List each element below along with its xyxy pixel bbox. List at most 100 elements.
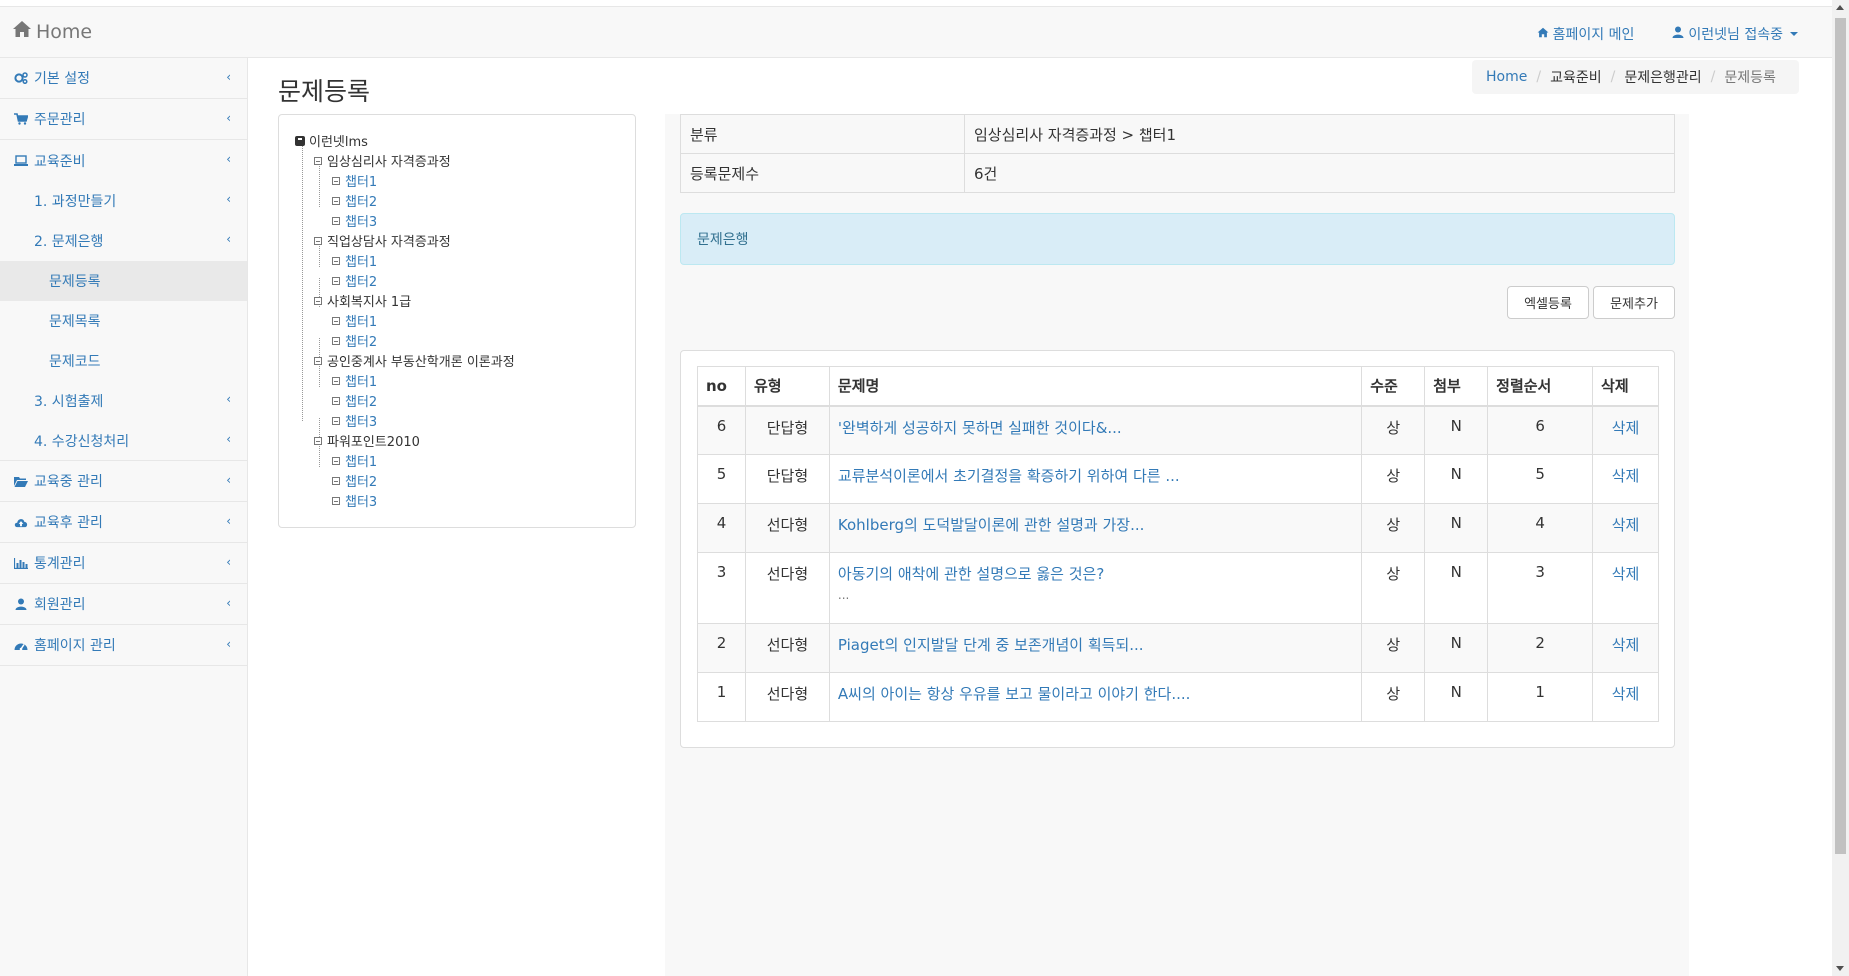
delete-link[interactable]: 삭제 — [1592, 454, 1659, 504]
delete-link[interactable]: 삭제 — [1592, 405, 1659, 455]
tree-category[interactable]: 사회복지사 1급 — [314, 291, 411, 310]
column-header-type[interactable]: 유형 — [744, 366, 830, 407]
sidebar-item-statistics[interactable]: 통계관리 ‹ — [0, 543, 247, 584]
brand-home-link[interactable]: Home — [12, 20, 92, 43]
tree-chapter[interactable]: 챕터1 — [332, 371, 377, 390]
cell-attach: N — [1424, 552, 1489, 624]
collapse-icon — [314, 436, 322, 445]
chevron-left-icon: ‹ — [226, 111, 231, 125]
sidebar-item-in-progress[interactable]: 교육중 관리 ‹ — [0, 461, 247, 502]
bar-chart-icon — [14, 557, 28, 569]
tree-chapter-label: 챕터2 — [345, 475, 378, 490]
category-value: 임상심리사 자격증과정 > 챕터1 — [964, 114, 1675, 154]
column-header-level[interactable]: 수준 — [1361, 366, 1426, 407]
table-row: 2 선다형 Piaget의 인지발달 단계 중 보존개념이 획득되... 상 N… — [697, 623, 1659, 673]
column-header-title[interactable]: 문제명 — [828, 366, 1363, 407]
column-header-attach[interactable]: 첨부 — [1424, 366, 1489, 407]
column-header-no[interactable]: no — [697, 366, 746, 407]
question-title-link[interactable]: '완벽하게 성공하지 못하면 실패한 것이다&... — [828, 405, 1363, 455]
delete-link[interactable]: 삭제 — [1592, 503, 1659, 553]
tree-category-label: 사회복지사 1급 — [327, 295, 412, 310]
question-title-extra: ... — [837, 588, 850, 602]
sidebar-sub-question-bank[interactable]: 2. 문제은행 ‹ — [0, 221, 247, 261]
sidebar-sub-question-list[interactable]: 문제목록 — [0, 301, 247, 341]
caret-down-icon — [1790, 32, 1798, 36]
sidebar-sub-exam[interactable]: 3. 시험출제 ‹ — [0, 381, 247, 421]
question-title-link[interactable]: Piaget의 인지발달 단계 중 보존개념이 획득되... — [828, 623, 1363, 673]
tree-category-label: 직업상담사 자격증과정 — [327, 235, 451, 250]
laptop-icon — [14, 155, 28, 166]
sidebar-sub-enroll[interactable]: 4. 수강신청처리 ‹ — [0, 421, 247, 461]
scroll-up-icon[interactable] — [1836, 5, 1844, 10]
chevron-left-icon: ‹ — [226, 392, 231, 406]
sidebar-item-orders[interactable]: 주문관리 ‹ — [0, 99, 247, 140]
user-menu-dropdown[interactable]: 이런넷님 접속중 — [1672, 24, 1798, 44]
tree-root[interactable]: 이런넷lms — [295, 131, 368, 150]
delete-link[interactable]: 삭제 — [1592, 623, 1659, 673]
sidebar-sub-course-create[interactable]: 1. 과정만들기 ‹ — [0, 181, 247, 221]
tree-category[interactable]: 직업상담사 자격증과정 — [314, 231, 451, 250]
cell-no: 5 — [697, 454, 746, 504]
excel-register-button[interactable]: 엑셀등록 — [1507, 286, 1589, 319]
tree-category[interactable]: 임상심리사 자격증과정 — [314, 151, 451, 170]
sidebar-item-members[interactable]: 회원관리 ‹ — [0, 584, 247, 625]
tree-chapter[interactable]: 챕터2 — [332, 191, 377, 210]
tree-chapter[interactable]: 챕터3 — [332, 491, 377, 510]
user-menu-label: 이런넷님 접속중 — [1688, 27, 1783, 43]
tree-category[interactable]: 공인중계사 부동산학개론 이론과정 — [314, 351, 515, 370]
tree-chapter[interactable]: 챕터2 — [332, 271, 377, 290]
question-title-link[interactable]: A씨의 아이는 항상 우유를 보고 물이라고 이야기 한다.... — [828, 672, 1363, 722]
question-title-link[interactable]: 교류분석이론에서 초기결정을 확증하기 위하여 다른 ... — [828, 454, 1363, 504]
question-list-panel: no 유형 문제명 수준 첨부 정렬순서 삭제 6 단답형 '완벽하게 성공하지… — [680, 350, 1675, 748]
cloud-upload-icon — [14, 517, 28, 528]
question-title-link[interactable]: 아동기의 애착에 관한 설명으로 옳은 것은? — [838, 565, 1104, 583]
scroll-down-icon[interactable] — [1836, 966, 1844, 971]
tree-chapter[interactable]: 챕터2 — [332, 471, 377, 490]
tree-category[interactable]: 파워포인트2010 — [314, 431, 420, 450]
cell-order: 5 — [1487, 454, 1594, 504]
tree-chapter[interactable]: 챕터3 — [332, 211, 377, 230]
tree-chapter[interactable]: 챕터2 — [332, 331, 377, 350]
tree-chapter-label: 챕터3 — [345, 415, 378, 430]
tree-chapter[interactable]: 챕터3 — [332, 411, 377, 430]
tree-chapter[interactable]: 챕터1 — [332, 451, 377, 470]
sidebar-sub-question-code[interactable]: 문제코드 — [0, 341, 247, 381]
sidebar-item-homepage-admin[interactable]: 홈페이지 관리 ‹ — [0, 625, 247, 666]
homepage-main-link[interactable]: 홈페이지 메인 — [1537, 24, 1634, 44]
tree-chapter[interactable]: 챕터2 — [332, 391, 377, 410]
tree-chapter[interactable]: 챕터1 — [332, 251, 377, 270]
tree-chapter[interactable]: 챕터1 — [332, 311, 377, 330]
breadcrumb-edu-prep: 교육준비 — [1550, 70, 1602, 86]
tree-category-label: 파워포인트2010 — [327, 435, 420, 450]
delete-link[interactable]: 삭제 — [1592, 672, 1659, 722]
cell-no: 6 — [697, 405, 746, 455]
add-question-button[interactable]: 문제추가 — [1593, 286, 1675, 319]
sidebar-sub-question-register[interactable]: 문제등록 — [0, 261, 247, 301]
page-scrollbar[interactable] — [1832, 0, 1849, 976]
breadcrumb: Home / 교육준비 / 문제은행관리 / 문제등록 — [1472, 60, 1799, 94]
question-title-link[interactable]: Kohlberg의 도덕발달이론에 관한 설명과 가장... — [828, 503, 1363, 553]
sidebar-item-edu-prep[interactable]: 교육준비 ‹ — [0, 140, 247, 181]
tree-chapter-label: 챕터2 — [345, 335, 378, 350]
leaf-icon — [332, 276, 340, 285]
sidebar-sub-label: 2. 문제은행 — [34, 234, 104, 250]
cell-no: 2 — [697, 623, 746, 673]
column-header-delete[interactable]: 삭제 — [1592, 366, 1659, 407]
sidebar-item-basic-settings[interactable]: 기본 설정 ‹ — [0, 58, 247, 99]
tree-chapter-label: 챕터1 — [345, 455, 378, 470]
scroll-thumb[interactable] — [1835, 18, 1846, 854]
tree-root-icon — [295, 135, 305, 146]
question-title-cell[interactable]: 아동기의 애착에 관한 설명으로 옳은 것은? ... — [828, 552, 1363, 624]
table-header-row: no 유형 문제명 수준 첨부 정렬순서 삭제 — [697, 366, 1659, 407]
breadcrumb-home[interactable]: Home — [1486, 69, 1527, 85]
tree-chapter[interactable]: 챕터1 — [332, 171, 377, 190]
delete-link[interactable]: 삭제 — [1592, 552, 1659, 624]
column-header-order[interactable]: 정렬순서 — [1487, 366, 1594, 407]
folder-open-icon — [14, 476, 28, 487]
sidebar-item-post-edu[interactable]: 교육후 관리 ‹ — [0, 502, 247, 543]
tree-chapter-label: 챕터1 — [345, 175, 378, 190]
sidebar-item-label: 홈페이지 관리 — [34, 638, 116, 654]
chevron-left-icon: ‹ — [226, 232, 231, 246]
chevron-left-icon: ‹ — [226, 555, 231, 569]
sidebar-item-label: 교육준비 — [34, 153, 86, 170]
